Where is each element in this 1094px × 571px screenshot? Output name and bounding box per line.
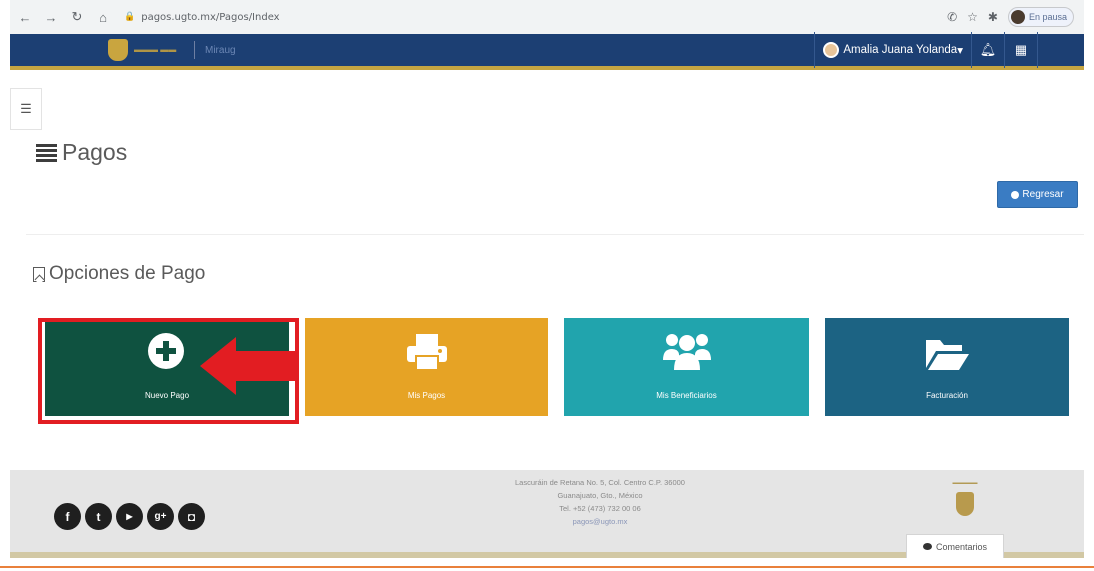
forward-arrow-icon[interactable]: → bbox=[40, 6, 62, 28]
twitter-icon[interactable]: t bbox=[85, 503, 112, 530]
lock-icon: 🔒 bbox=[124, 12, 136, 22]
footer-logo: ▬▬▬▬▬ bbox=[935, 480, 995, 516]
footer-logo-wordmark: ▬▬▬▬▬ bbox=[952, 480, 978, 486]
user-menu[interactable]: Amalia Juana Yolanda ▾ bbox=[814, 32, 972, 68]
printer-icon bbox=[407, 334, 447, 371]
section-title-text: Opciones de Pago bbox=[49, 263, 206, 284]
tile-label: Mis Beneficiarios bbox=[656, 391, 717, 400]
tile-mis-pagos[interactable]: Mis Pagos bbox=[305, 318, 548, 416]
pause-label: En pausa bbox=[1028, 12, 1067, 22]
circle-arrow-left-icon bbox=[1011, 190, 1020, 199]
footer-address: Lascuráin de Retana No. 5, Col. Centro C… bbox=[460, 476, 740, 528]
bookmark-icon bbox=[33, 266, 45, 282]
apps-grid-icon[interactable]: ▦ bbox=[1005, 32, 1038, 68]
university-logo-icon[interactable] bbox=[108, 39, 128, 61]
social-links: f t ▶ g+ ◘ bbox=[54, 503, 205, 530]
address-url: pagos.ugto.mx/Pagos/Index bbox=[141, 11, 280, 23]
facebook-icon[interactable]: f bbox=[54, 503, 81, 530]
users-icon bbox=[663, 334, 711, 370]
logo-wordmark: ▬▬▬ ▬▬ bbox=[134, 45, 177, 54]
contact-email[interactable]: pagos@ugto.mx bbox=[460, 515, 740, 528]
comments-tab[interactable]: Comentarios bbox=[906, 534, 1004, 558]
page: ← → ↻ ⌂ 🔒 pagos.ugto.mx/Pagos/Index ✆ ☆ … bbox=[0, 0, 1094, 571]
home-icon[interactable]: ⌂ bbox=[92, 6, 114, 28]
reload-icon[interactable]: ↻ bbox=[66, 6, 88, 28]
back-button-label: Regresar bbox=[1022, 189, 1064, 200]
app-name: Miraug bbox=[205, 44, 236, 56]
extensions-icon[interactable]: ✱ bbox=[988, 10, 998, 24]
googleplus-icon[interactable]: g+ bbox=[147, 503, 174, 530]
browser-actions: ✆ ☆ ✱ En pausa bbox=[947, 7, 1084, 27]
back-button[interactable]: Regresar bbox=[997, 181, 1078, 208]
page-title: Pagos bbox=[36, 139, 127, 166]
youtube-icon[interactable]: ▶ bbox=[116, 503, 143, 530]
tile-mis-beneficiarios[interactable]: Mis Beneficiarios bbox=[564, 318, 809, 416]
address-bar[interactable]: 🔒 pagos.ugto.mx/Pagos/Index bbox=[124, 5, 894, 29]
section-title: Opciones de Pago bbox=[33, 263, 205, 285]
header-divider bbox=[194, 41, 195, 59]
university-crest-icon bbox=[956, 492, 974, 516]
tile-facturacion[interactable]: Facturación bbox=[825, 318, 1069, 416]
back-arrow-icon[interactable]: ← bbox=[14, 6, 36, 28]
user-avatar bbox=[823, 42, 840, 58]
browser-toolbar: ← → ↻ ⌂ 🔒 pagos.ugto.mx/Pagos/Index ✆ ☆ … bbox=[10, 0, 1084, 34]
bottom-border bbox=[0, 566, 1094, 568]
address-line-1: Lascuráin de Retana No. 5, Col. Centro C… bbox=[515, 478, 685, 487]
instagram-icon[interactable]: ◘ bbox=[178, 503, 205, 530]
address-line-2: Guanajuato, Gto., México bbox=[557, 491, 643, 500]
bell-icon[interactable]: 🔔︎ bbox=[972, 32, 1005, 68]
profile-avatar bbox=[1010, 10, 1025, 24]
comment-icon bbox=[922, 543, 932, 550]
user-name: Amalia Juana Yolanda bbox=[843, 44, 958, 56]
page-title-text: Pagos bbox=[62, 139, 128, 165]
header-spacer bbox=[1038, 32, 1084, 68]
tile-label: Facturación bbox=[926, 391, 968, 400]
chevron-down-icon: ▾ bbox=[957, 45, 963, 57]
divider bbox=[26, 234, 1084, 235]
phone-icon[interactable]: ✆ bbox=[947, 10, 957, 24]
hamburger-menu-icon[interactable]: ☰ bbox=[10, 88, 42, 130]
folder-open-icon bbox=[926, 340, 969, 370]
user-area: Amalia Juana Yolanda ▾ 🔔︎ ▦ bbox=[814, 32, 1084, 68]
red-arrow-left-icon bbox=[200, 337, 297, 395]
app-header: ▬▬▬ ▬▬ Miraug Amalia Juana Yolanda ▾ 🔔︎ … bbox=[10, 32, 1084, 70]
list-icon bbox=[36, 143, 57, 162]
star-icon[interactable]: ☆ bbox=[967, 10, 978, 24]
tile-label: Mis Pagos bbox=[407, 391, 446, 400]
profile-pause-button[interactable]: En pausa bbox=[1007, 7, 1074, 27]
comments-tab-label: Comentarios bbox=[935, 541, 988, 552]
phone-number: Tel. +52 (473) 732 00 06 bbox=[559, 504, 641, 513]
